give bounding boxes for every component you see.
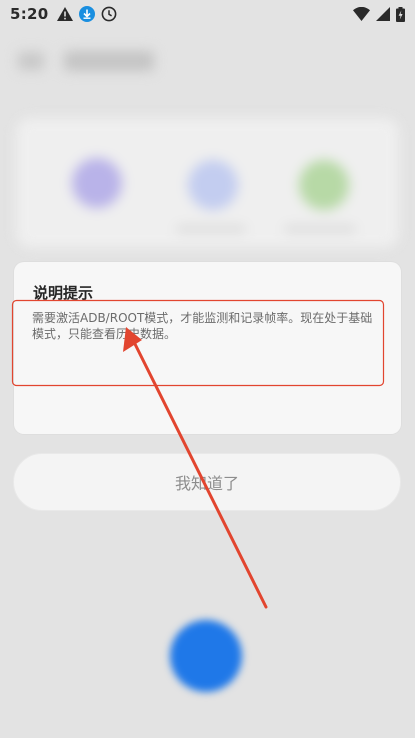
download-icon [78,6,95,22]
background-header [18,46,318,76]
confirm-button[interactable]: 我知道了 [13,453,401,511]
background-card [16,118,399,248]
background-title-placeholder [64,51,154,71]
warning-icon [56,7,73,21]
clock-icon [101,6,117,22]
feature-label-placeholder [176,226,246,232]
wifi-icon [353,7,370,21]
status-right-icons [353,6,405,22]
status-time: 5:20 [10,5,49,23]
info-dialog: 说明提示 需要激活ADB/ROOT模式，才能监测和记录帧率。现在处于基础模式，只… [14,262,401,434]
dialog-title: 说明提示 [33,284,94,302]
signal-icon [376,7,390,21]
status-left-icons [56,6,117,22]
battery-icon [396,6,405,22]
feature-icon [188,160,238,210]
feature-icon [299,160,349,210]
status-bar: 5:20 [0,0,415,28]
back-arrow-icon [18,52,44,70]
dialog-message: 需要激活ADB/ROOT模式，才能监测和记录帧率。现在处于基础模式，只能查看历史… [32,311,373,341]
feature-icon [72,158,122,208]
feature-label-placeholder [284,226,356,232]
